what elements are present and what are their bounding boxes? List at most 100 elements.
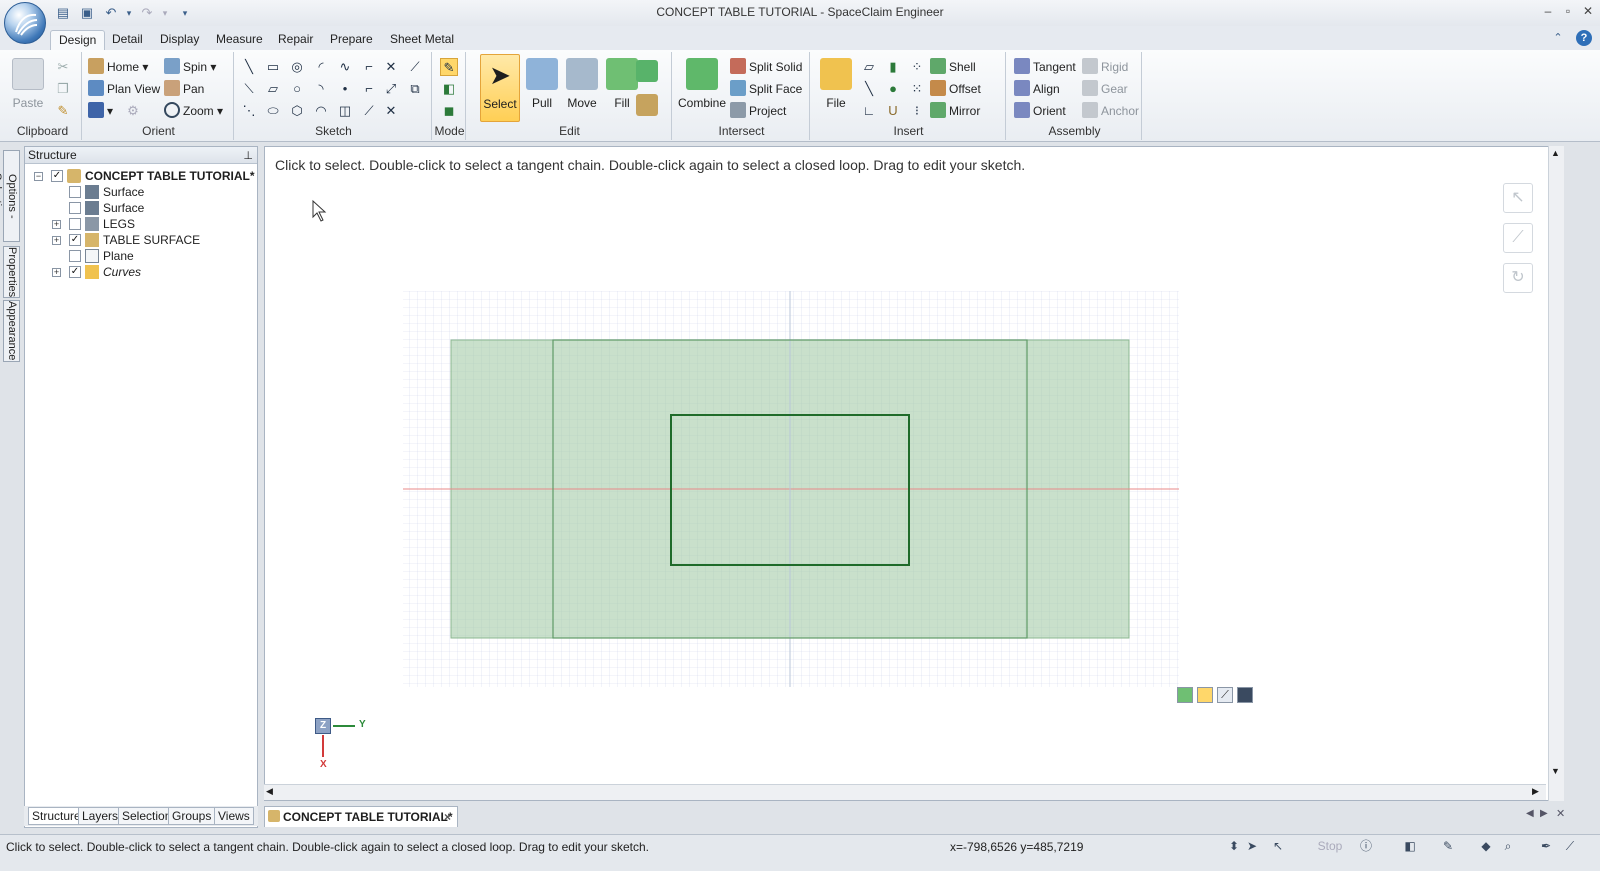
shell-button[interactable]: Shell — [930, 57, 976, 77]
replace-icon[interactable] — [636, 94, 658, 116]
3d-mode-icon[interactable]: ◼ — [440, 102, 458, 120]
tree-row-plane[interactable]: Plane — [25, 248, 255, 264]
project-button[interactable]: Project — [730, 101, 786, 121]
view-style-icon[interactable]: ◧ — [1402, 838, 1418, 854]
grid-pattern-icon[interactable]: ⁝ — [908, 102, 926, 120]
collapse-ribbon-icon[interactable]: ⌃ — [1550, 30, 1566, 46]
split-face-button[interactable]: Split Face — [730, 79, 802, 99]
plane-select-icon[interactable] — [1177, 687, 1193, 703]
tab-sheet-metal[interactable]: Sheet Metal — [382, 30, 462, 50]
visibility-checkbox[interactable] — [69, 250, 81, 262]
cut-icon[interactable]: ✂ — [54, 58, 72, 76]
selection-filter-icon[interactable]: ⬍ — [1226, 838, 1242, 854]
circular-pattern-icon[interactable]: ⁙ — [908, 80, 926, 98]
close-all-icon[interactable]: ✕ — [1556, 807, 1565, 820]
horizontal-scrollbar[interactable]: ◀ ▶ — [264, 784, 1546, 800]
bend-icon[interactable]: ⟋ — [360, 102, 378, 120]
tangent-button[interactable]: Tangent — [1014, 57, 1076, 77]
origin-icon[interactable]: ∟ — [860, 102, 878, 120]
mirror-button[interactable]: Mirror — [930, 101, 980, 121]
trim-tool-icon[interactable]: ✕ — [382, 58, 400, 76]
zoom-button[interactable]: Zoom ▾ — [164, 101, 223, 121]
select-tool-icon[interactable]: ↖ — [1503, 183, 1533, 213]
visibility-checkbox[interactable]: ✓ — [51, 170, 63, 182]
tangent-line-icon[interactable]: ⟋ — [406, 58, 424, 76]
side-tab-options[interactable]: Options - Selection — [0, 150, 20, 242]
tab-layers[interactable]: Layers — [78, 807, 123, 825]
rigid-button[interactable]: Rigid — [1082, 57, 1128, 77]
tree-row-curves[interactable]: + ✓ Curves — [25, 264, 255, 280]
expand-icon[interactable]: + — [52, 236, 61, 245]
pen-icon[interactable]: ✒ — [1538, 838, 1554, 854]
home-button[interactable]: Home ▾ — [88, 57, 148, 77]
scroll-right-icon[interactable]: ▶ — [1532, 786, 1539, 797]
visibility-checkbox[interactable] — [69, 186, 81, 198]
shell-body-icon[interactable]: U — [884, 102, 902, 120]
anchor-button[interactable]: Anchor — [1082, 101, 1139, 121]
section-mode-icon[interactable]: ◧ — [440, 80, 458, 98]
paste-button[interactable]: Paste — [8, 54, 48, 122]
pattern-icon[interactable]: ⁘ — [908, 58, 926, 76]
maximize-icon[interactable]: ▫ — [1558, 2, 1578, 20]
side-tab-appearance[interactable]: Appearance — [3, 300, 20, 362]
format-painter-icon[interactable]: ✎ — [54, 102, 72, 120]
pull-button[interactable]: Pull — [522, 54, 562, 122]
tree-row-table-surface[interactable]: + ✓ TABLE SURFACE — [25, 232, 255, 248]
combine-button[interactable]: Combine — [678, 54, 726, 122]
help-icon[interactable]: ? — [1576, 30, 1592, 46]
vertical-scrollbar[interactable]: ▲ ▼ — [1548, 146, 1564, 801]
spin-button[interactable]: Spin ▾ — [164, 57, 216, 77]
cylinder-icon[interactable]: ▮ — [884, 58, 902, 76]
pin-icon[interactable]: ⊥ — [243, 148, 253, 165]
line-tool-icon[interactable]: ╲ — [240, 58, 258, 76]
visibility-checkbox[interactable]: ✓ — [69, 234, 81, 246]
close-icon[interactable]: ✕ — [1578, 2, 1598, 20]
pan-button[interactable]: Pan — [164, 79, 204, 99]
split-curve-icon[interactable]: ✕ — [382, 102, 400, 120]
sketch-mode-icon[interactable]: ✎ — [440, 58, 458, 76]
tab-design[interactable]: Design — [50, 30, 106, 50]
tangent-line-tool-icon[interactable]: ⟍ — [240, 80, 258, 98]
fillet-tool-icon[interactable]: ⌐ — [360, 58, 378, 76]
tree-row-legs[interactable]: + LEGS — [25, 216, 255, 232]
visibility-checkbox[interactable]: ✓ — [69, 266, 81, 278]
arc-tool-icon[interactable]: ◜ — [312, 58, 330, 76]
three-point-rectangle-icon[interactable]: ▱ — [264, 80, 282, 98]
three-point-arc-icon[interactable]: ◝ — [312, 80, 330, 98]
point-tool-icon[interactable]: • — [336, 80, 354, 98]
stop-button[interactable]: Stop — [1310, 838, 1350, 854]
design-viewport[interactable]: Click to select. Double-click to select … — [264, 146, 1560, 801]
side-tab-properties[interactable]: Properties — [3, 246, 20, 298]
extend-curve-icon[interactable]: ⤢ — [382, 80, 400, 98]
slot-tool-icon[interactable]: ⬭ — [264, 102, 282, 120]
tab-groups[interactable]: Groups — [168, 807, 216, 825]
move-button[interactable]: Move — [562, 54, 602, 122]
tab-structure[interactable]: Structure — [28, 807, 85, 825]
tab-selection[interactable]: Selection — [118, 807, 176, 825]
construction-line-icon[interactable]: ⋱ — [240, 102, 258, 120]
visibility-checkbox[interactable] — [69, 202, 81, 214]
application-menu-button[interactable] — [4, 2, 46, 44]
expand-icon[interactable]: + — [52, 220, 61, 229]
tree-row-surface-2[interactable]: Surface — [25, 200, 255, 216]
document-tab[interactable]: CONCEPT TABLE TUTORIAL* × — [264, 806, 458, 827]
axis-icon[interactable]: ╲ — [860, 80, 878, 98]
tab-prepare[interactable]: Prepare — [322, 30, 381, 50]
tab-measure[interactable]: Measure — [208, 30, 271, 50]
sphere-icon[interactable]: ● — [884, 80, 902, 98]
sketch-move-icon[interactable] — [1197, 687, 1213, 703]
prev-tab-icon[interactable]: ◀ — [1526, 808, 1534, 819]
face-curve-icon[interactable]: ◫ — [336, 102, 354, 120]
sweep-arc-icon[interactable]: ◠ — [312, 102, 330, 120]
sketch-plane-icon[interactable]: ⟋ — [1217, 687, 1233, 703]
file-button[interactable]: File — [816, 54, 856, 122]
ellipse-tool-icon[interactable]: ○ — [288, 80, 306, 98]
tab-detail[interactable]: Detail — [104, 30, 151, 50]
scroll-up-icon[interactable]: ▲ — [1551, 148, 1560, 158]
render-mode-icon[interactable]: ◆ — [1478, 838, 1494, 854]
expand-icon[interactable]: + — [52, 268, 61, 277]
select-button[interactable]: ➤ Select — [480, 54, 520, 122]
align-button[interactable]: Align — [1014, 79, 1060, 99]
close-document-icon[interactable]: × — [444, 807, 451, 827]
orient-button[interactable]: Orient — [1014, 101, 1066, 121]
